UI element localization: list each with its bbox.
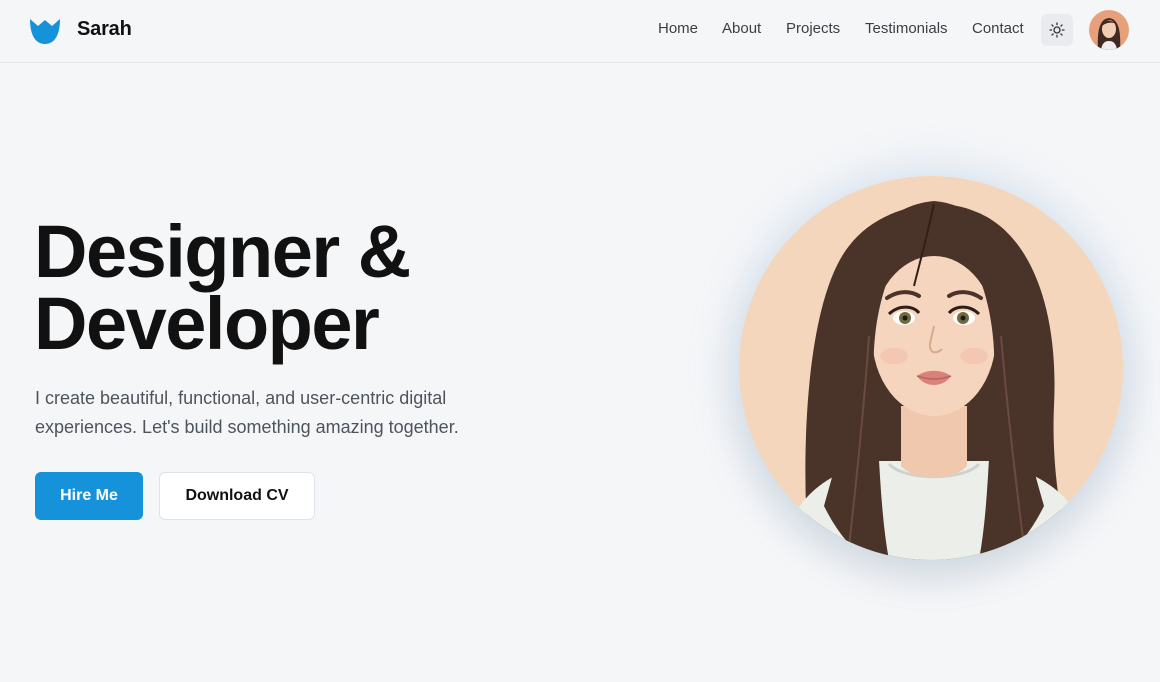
theme-toggle-button[interactable] — [1041, 14, 1073, 46]
nav-about[interactable]: About — [722, 20, 761, 37]
nav-contact[interactable]: Contact — [972, 20, 1024, 37]
download-cv-button[interactable]: Download CV — [159, 472, 315, 520]
hero-subtitle: I create beautiful, functional, and user… — [35, 388, 459, 437]
brand-name[interactable]: Sarah — [77, 18, 132, 41]
headline-line-2: Developer — [34, 282, 380, 365]
nav-home[interactable]: Home — [658, 20, 698, 37]
hero-headline: Designer & Developer — [34, 210, 411, 365]
site-header: Sarah Home About Projects Testimonials C… — [0, 0, 1160, 63]
user-avatar[interactable] — [1089, 10, 1129, 50]
nav-testimonials[interactable]: Testimonials — [865, 20, 948, 37]
headline-line-1: Designer & — [34, 210, 411, 293]
nav-projects[interactable]: Projects — [786, 20, 840, 37]
sun-icon — [1049, 22, 1065, 38]
logo-icon[interactable] — [28, 16, 62, 46]
hire-me-button[interactable]: Hire Me — [35, 472, 143, 520]
portrait-illustration — [739, 176, 1123, 560]
